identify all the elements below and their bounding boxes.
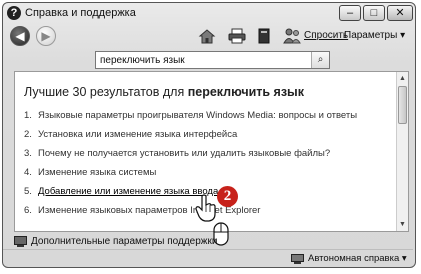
result-number: 5.	[24, 186, 32, 197]
forward-button[interactable]: ▶	[36, 26, 56, 46]
result-item[interactable]: 4. Изменение языка системы	[24, 167, 396, 186]
ask-link[interactable]: Спросить	[304, 30, 348, 41]
search-input[interactable]	[100, 54, 300, 67]
result-item[interactable]: 3. Почему не получается установить или у…	[24, 148, 396, 167]
search-icon[interactable]: ⌕	[311, 52, 329, 68]
search-box: ⌕	[95, 51, 330, 69]
result-number: 3.	[24, 148, 32, 159]
result-link[interactable]: Добавление или изменение языка ввода	[38, 186, 218, 205]
offline-help-menu[interactable]: Автономная справка ▾	[291, 253, 407, 264]
title-bar[interactable]: ? Справка и поддержка – □ ✕	[3, 4, 413, 24]
scroll-down-icon[interactable]: ▼	[397, 219, 408, 230]
parameters-menu[interactable]: Параметры ▾	[344, 30, 405, 41]
result-item[interactable]: 2. Установка или изменение языка интерфе…	[24, 129, 396, 148]
step-badge: 2	[217, 186, 238, 207]
offline-help-icon	[291, 253, 304, 264]
close-button[interactable]: ✕	[387, 5, 413, 21]
results-heading: Лучшие 30 результатов для переключить яз…	[24, 85, 304, 99]
home-icon[interactable]	[198, 28, 216, 44]
support-options-link[interactable]: Дополнительные параметры поддержки	[14, 236, 217, 247]
print-icon[interactable]	[228, 28, 246, 44]
result-number: 2.	[24, 129, 32, 140]
offline-help-label: Автономная справка ▾	[308, 253, 407, 264]
maximize-button[interactable]: □	[363, 5, 385, 21]
results-heading-query: переключить язык	[187, 85, 304, 99]
window-title: Справка и поддержка	[25, 7, 136, 19]
scroll-up-icon[interactable]: ▲	[397, 73, 408, 84]
result-link[interactable]: Изменение языка системы	[38, 167, 156, 186]
status-bar: Автономная справка ▾	[3, 249, 413, 266]
result-link[interactable]: Почему не получается установить или удал…	[38, 148, 330, 167]
toolbar: ◀ ▶ Спросить Параметры ▾	[8, 26, 412, 48]
support-options-label: Дополнительные параметры поддержки	[31, 236, 218, 247]
back-button[interactable]: ◀	[10, 26, 30, 46]
help-window: ? Справка и поддержка – □ ✕ ◀ ▶ Спросить…	[0, 0, 421, 274]
result-link[interactable]: Установка или изменение языка интерфейса	[38, 129, 237, 148]
hand-cursor-icon	[195, 194, 217, 222]
vertical-scrollbar[interactable]: ▲ ▼	[396, 72, 408, 231]
minimize-button[interactable]: –	[339, 5, 361, 21]
result-item[interactable]: 1. Языковые параметры проигрывателя Wind…	[24, 110, 396, 129]
browse-help-icon[interactable]	[255, 28, 273, 44]
result-number: 4.	[24, 167, 32, 178]
result-number: 1.	[24, 110, 32, 121]
ask-person-icon[interactable]	[283, 28, 301, 44]
results-heading-prefix: Лучшие 30 результатов для	[24, 85, 188, 99]
support-options-icon	[14, 236, 27, 247]
scroll-thumb[interactable]	[398, 86, 407, 124]
result-link[interactable]: Языковые параметры проигрывателя Windows…	[38, 110, 357, 129]
result-number: 6.	[24, 205, 32, 216]
help-icon: ?	[7, 6, 21, 20]
